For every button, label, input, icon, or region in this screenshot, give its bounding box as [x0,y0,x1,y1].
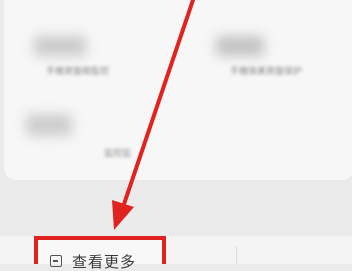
annotation-arrow [112,0,195,230]
